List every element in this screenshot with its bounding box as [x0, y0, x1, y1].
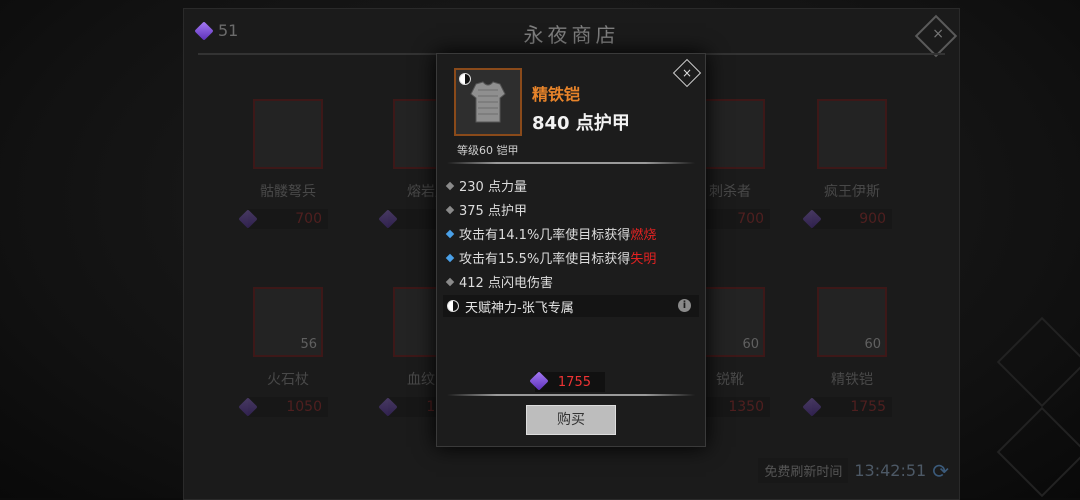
stat-line: 412 点闪电伤害 [445, 272, 553, 291]
side-decoration [996, 316, 1080, 408]
refresh-label: 免费刷新时间 [758, 458, 849, 483]
item-portrait: 60 [817, 287, 887, 357]
shop-title: 永夜商店 [523, 23, 620, 47]
chainmail-armor-icon [470, 81, 506, 123]
close-icon: × [681, 66, 693, 80]
item-price: 700 [238, 209, 328, 229]
item-price: 900 [802, 209, 892, 229]
game-background: 51 永夜商店 × 骷髅弩兵 700 熔岩魔 700 刺杀者 700 疯王伊斯 … [0, 0, 1080, 500]
diamond-bullet-icon [445, 181, 455, 190]
tooltip-close-button[interactable]: × [672, 58, 702, 88]
info-icon[interactable]: i [678, 299, 691, 312]
close-icon: × [932, 25, 944, 42]
item-level: 60 [742, 337, 759, 352]
refresh-timer: 免费刷新时间 13:42:51 ⟳ [758, 458, 949, 483]
item-price: 1755 [802, 397, 892, 417]
item-name: 精铁铠 [831, 372, 873, 388]
refresh-time: 13:42:51 [854, 461, 927, 480]
talent-text: 天赋神力-张飞专属 [465, 300, 574, 316]
item-price: 1050 [238, 397, 328, 417]
item-tooltip: × 精铁铠 840 点护甲 等级60 铠甲 230 点力量 375 点护甲 攻击… [436, 53, 706, 447]
diamond-bullet-icon [445, 277, 455, 286]
item-portrait [253, 99, 323, 169]
gem-icon [802, 397, 822, 417]
gem-icon [238, 397, 258, 417]
yin-yang-icon [447, 300, 459, 312]
stat-line: 攻击有15.5%几率使目标获得失明 [445, 248, 656, 267]
talent-row: 天赋神力-张飞专属 i [443, 295, 699, 317]
side-decoration [996, 406, 1080, 498]
shop-item[interactable]: 56 火石杖 1050 [228, 287, 348, 417]
tooltip-price: 1755 [529, 371, 605, 392]
gem-icon [238, 209, 258, 229]
divider [447, 394, 695, 396]
gem-icon [802, 209, 822, 229]
diamond-bullet-icon [445, 229, 455, 238]
gem-icon [529, 371, 549, 391]
item-name: 火石杖 [267, 372, 309, 388]
stat-line: 攻击有14.1%几率使目标获得燃烧 [445, 224, 656, 243]
tooltip-main-stat: 840 点护甲 [532, 113, 630, 134]
item-level: 56 [300, 337, 317, 352]
item-name: 疯王伊斯 [824, 184, 880, 200]
stat-line: 230 点力量 [445, 176, 527, 195]
item-level: 60 [864, 337, 881, 352]
item-icon-frame [454, 68, 522, 136]
tooltip-item-name: 精铁铠 [532, 85, 581, 104]
gem-icon [378, 209, 398, 229]
diamond-bullet-icon [445, 205, 455, 214]
tooltip-price-value: 1755 [557, 374, 591, 390]
item-name: 骷髅弩兵 [260, 184, 316, 200]
shop-item[interactable]: 60 精铁铠 1755 [792, 287, 912, 417]
stat-line: 375 点护甲 [445, 200, 527, 219]
item-portrait: 56 [253, 287, 323, 357]
shop-item[interactable]: 骷髅弩兵 700 [228, 99, 348, 229]
refresh-icon[interactable]: ⟳ [932, 459, 949, 483]
item-portrait [817, 99, 887, 169]
gem-icon [378, 397, 398, 417]
shop-item[interactable]: 疯王伊斯 900 [792, 99, 912, 229]
tooltip-item-type: 等级60 铠甲 [457, 144, 519, 157]
divider [447, 162, 695, 164]
diamond-bullet-icon [445, 253, 455, 262]
buy-button[interactable]: 购买 [526, 405, 616, 435]
